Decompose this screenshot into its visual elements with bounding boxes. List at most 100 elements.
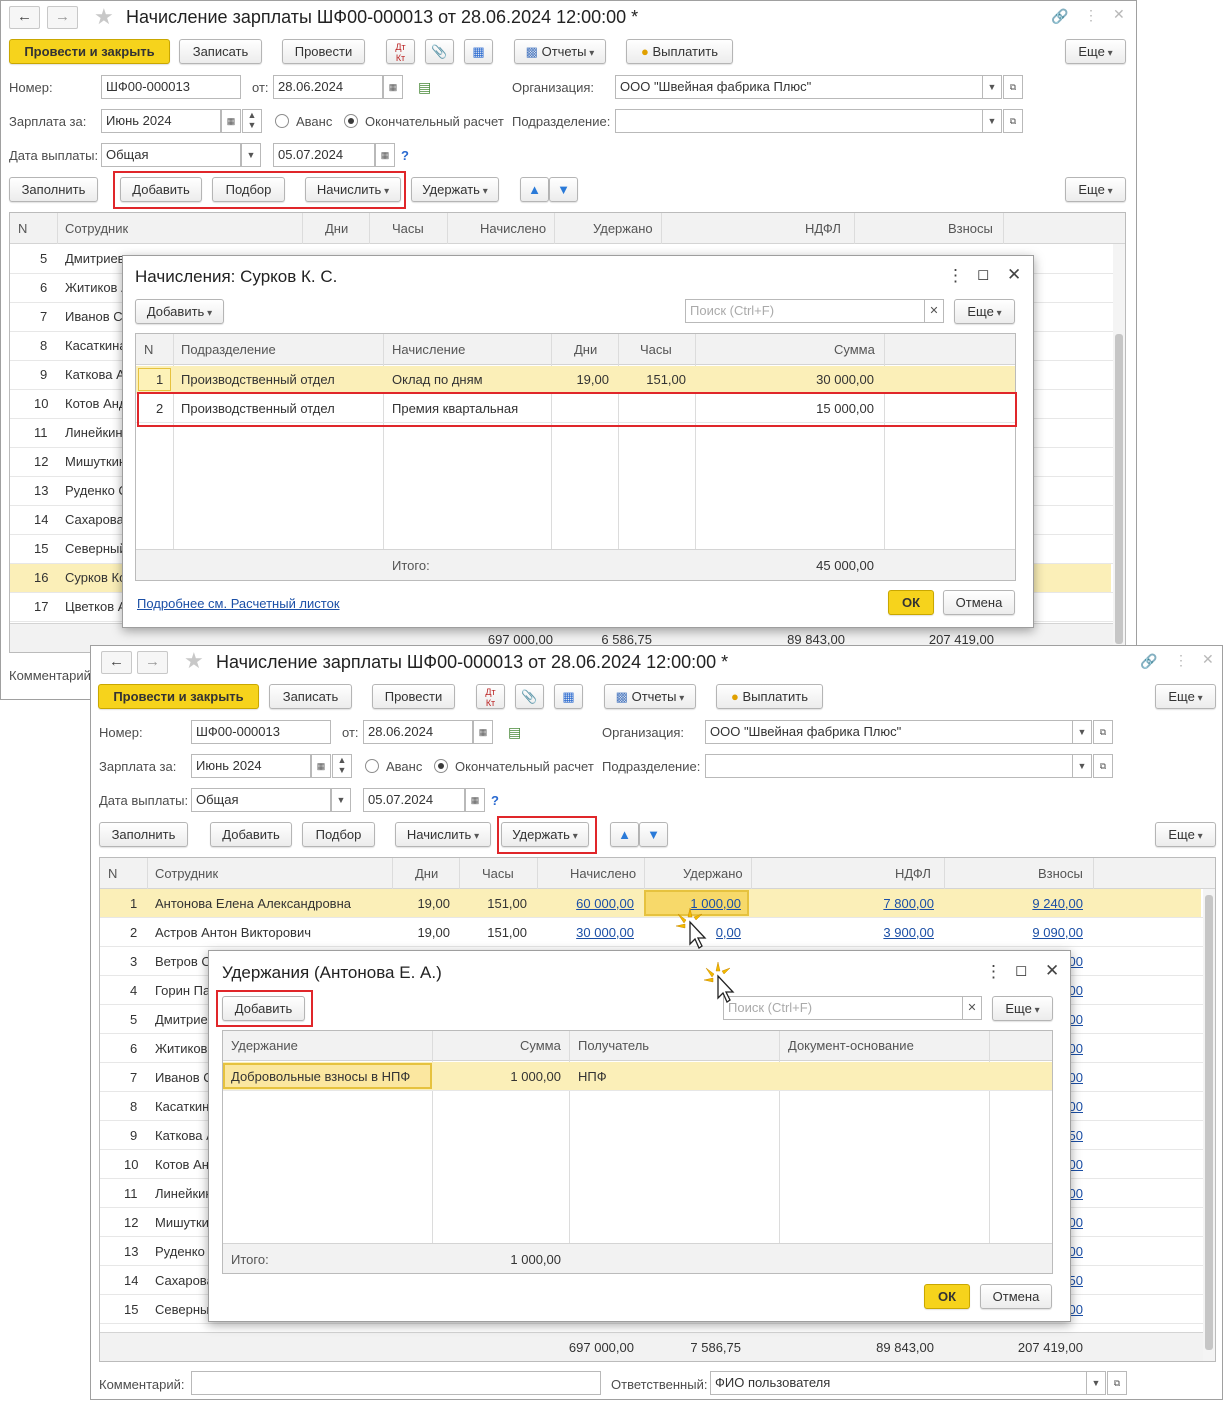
date-field[interactable]: 28.06.2024 bbox=[273, 75, 383, 99]
responsible-field[interactable]: ФИО пользователя bbox=[710, 1371, 1087, 1395]
row-hours[interactable]: 151,00 bbox=[646, 372, 686, 387]
cancel-button[interactable]: Отмена bbox=[943, 590, 1015, 615]
paytype-field[interactable]: Общая bbox=[101, 143, 241, 167]
more-button[interactable]: Еще bbox=[954, 299, 1015, 324]
back-nav-button[interactable]: ← bbox=[9, 6, 40, 29]
search-clear-icon[interactable]: ✕ bbox=[962, 996, 982, 1020]
more-button[interactable]: Еще bbox=[1065, 39, 1126, 64]
close-icon[interactable]: ✕ bbox=[1113, 6, 1125, 23]
col-n[interactable]: N bbox=[144, 342, 153, 357]
table-scrollbar[interactable] bbox=[1113, 244, 1125, 652]
row-name[interactable]: Ветров С bbox=[155, 954, 211, 969]
search-clear-icon[interactable]: ✕ bbox=[924, 299, 944, 323]
search-input[interactable]: Поиск (Ctrl+F) bbox=[723, 996, 963, 1020]
advance-radio[interactable] bbox=[275, 114, 289, 128]
col-recipient[interactable]: Получатель bbox=[578, 1038, 649, 1053]
reports-button[interactable]: ▩ Отчеты bbox=[514, 39, 606, 64]
row-recipient[interactable]: НПФ bbox=[578, 1069, 607, 1084]
row-name[interactable]: Сурков Ко bbox=[65, 570, 126, 585]
back-nav-button[interactable]: ← bbox=[101, 651, 132, 674]
row-name[interactable]: Мишуткин bbox=[155, 1215, 216, 1230]
calendar-icon[interactable]: ▦ bbox=[383, 75, 403, 99]
structure-icon[interactable]: ▦ bbox=[554, 684, 583, 709]
row-days[interactable]: 19,00 bbox=[576, 372, 609, 387]
col-sum[interactable]: Сумма bbox=[834, 342, 875, 357]
org-open-icon[interactable]: ⧉ bbox=[1093, 720, 1113, 744]
post-close-button[interactable]: Провести и закрыть bbox=[9, 39, 170, 64]
move-down-icon[interactable]: ▼ bbox=[549, 177, 578, 202]
pay-button[interactable]: ● Выплатить bbox=[716, 684, 823, 709]
row-withholding[interactable]: Добровольные взносы в НПФ bbox=[231, 1069, 410, 1084]
row-name[interactable]: Астров Антон Викторович bbox=[155, 925, 311, 940]
date-field[interactable]: 28.06.2024 bbox=[363, 720, 473, 744]
paytype-dropdown-icon[interactable]: ▼ bbox=[241, 143, 261, 167]
post-close-button[interactable]: Провести и закрыть bbox=[98, 684, 259, 709]
responsible-open-icon[interactable]: ⧉ bbox=[1107, 1371, 1127, 1395]
ok-button[interactable]: ОК bbox=[888, 590, 934, 615]
search-input[interactable]: Поиск (Ctrl+F) bbox=[685, 299, 925, 323]
row-accrual[interactable]: Оклад по дням bbox=[392, 372, 483, 387]
col-withholding[interactable]: Удержание bbox=[231, 1038, 298, 1053]
dept-field[interactable] bbox=[705, 754, 1073, 778]
advance-radio[interactable] bbox=[365, 759, 379, 773]
help-icon[interactable]: ? bbox=[491, 793, 499, 808]
row-name[interactable]: Котов Анд bbox=[65, 396, 127, 411]
row-name[interactable]: Каткова А bbox=[155, 1128, 215, 1143]
paydate-calendar-icon[interactable]: ▦ bbox=[375, 143, 395, 167]
menu-icon[interactable]: ⋮ bbox=[947, 266, 964, 286]
row-ndfl-link[interactable]: 3 900,00 bbox=[883, 925, 934, 940]
org-dropdown-icon[interactable]: ▼ bbox=[982, 75, 1002, 99]
paydate-field[interactable]: 05.07.2024 bbox=[273, 143, 375, 167]
col-days[interactable]: Дни bbox=[415, 866, 438, 881]
paytype-dropdown-icon[interactable]: ▼ bbox=[331, 788, 351, 812]
org-open-icon[interactable]: ⧉ bbox=[1003, 75, 1023, 99]
move-up-icon[interactable]: ▲ bbox=[610, 822, 639, 847]
link-icon[interactable]: 🔗 bbox=[1051, 8, 1068, 25]
add-button[interactable]: Добавить bbox=[210, 822, 292, 847]
col-employee[interactable]: Сотрудник bbox=[155, 866, 218, 881]
help-icon[interactable]: ? bbox=[401, 148, 409, 163]
row-sum[interactable]: 30 000,00 bbox=[816, 372, 874, 387]
post-button[interactable]: Провести bbox=[282, 39, 365, 64]
col-employee[interactable]: Сотрудник bbox=[65, 221, 128, 236]
col-n[interactable]: N bbox=[18, 221, 27, 236]
post-button[interactable]: Провести bbox=[372, 684, 455, 709]
pay-button[interactable]: ● Выплатить bbox=[626, 39, 733, 64]
row-name[interactable]: Антонова Елена Александровна bbox=[155, 896, 351, 911]
col-dept[interactable]: Подразделение bbox=[181, 342, 276, 357]
menu-icon[interactable]: ⋮ bbox=[985, 962, 1002, 982]
period-spinner-icon[interactable]: ▲ ▼ bbox=[332, 754, 352, 778]
row-name[interactable]: Руденко С bbox=[65, 483, 128, 498]
col-basis[interactable]: Документ-основание bbox=[788, 1038, 914, 1053]
row-dept[interactable]: Производственный отдел bbox=[181, 372, 335, 387]
dt-kt-icon[interactable]: Дт Кт bbox=[476, 684, 505, 709]
row-name[interactable]: Линейкин bbox=[155, 1186, 213, 1201]
period-field[interactable]: Июнь 2024 bbox=[101, 109, 221, 133]
row-hours[interactable]: 151,00 bbox=[487, 925, 527, 940]
row-name[interactable]: Сахарова bbox=[65, 512, 124, 527]
table-more-button[interactable]: Еще bbox=[1155, 822, 1216, 847]
cancel-button[interactable]: Отмена bbox=[980, 1284, 1052, 1309]
dt-kt-icon[interactable]: Дт Кт bbox=[386, 39, 415, 64]
col-contrib[interactable]: Взносы bbox=[1038, 866, 1083, 881]
row-name[interactable]: Касаткина bbox=[65, 338, 127, 353]
paydate-field[interactable]: 05.07.2024 bbox=[363, 788, 465, 812]
comment-field[interactable] bbox=[191, 1371, 601, 1395]
period-calendar-icon[interactable]: ▦ bbox=[311, 754, 331, 778]
close-icon[interactable]: ✕ bbox=[1045, 961, 1059, 981]
final-radio[interactable] bbox=[344, 114, 358, 128]
final-radio[interactable] bbox=[434, 759, 448, 773]
fill-button[interactable]: Заполнить bbox=[99, 822, 188, 847]
row-name[interactable]: Горин Па bbox=[155, 983, 210, 998]
row-accrued-link[interactable]: 30 000,00 bbox=[576, 925, 634, 940]
row-name[interactable]: Сахарова bbox=[155, 1273, 214, 1288]
close-icon[interactable]: ✕ bbox=[1202, 651, 1214, 668]
row-contrib-link[interactable]: 9 240,00 bbox=[1032, 896, 1083, 911]
row-name[interactable]: Житиков bbox=[155, 1041, 207, 1056]
table-more-button[interactable]: Еще bbox=[1065, 177, 1126, 202]
attach-icon[interactable]: 📎 bbox=[515, 684, 544, 709]
add-button[interactable]: Добавить bbox=[135, 299, 224, 324]
close-icon[interactable]: ✕ bbox=[1007, 265, 1021, 285]
reports-button[interactable]: ▩ Отчеты bbox=[604, 684, 696, 709]
col-hours[interactable]: Часы bbox=[482, 866, 514, 881]
